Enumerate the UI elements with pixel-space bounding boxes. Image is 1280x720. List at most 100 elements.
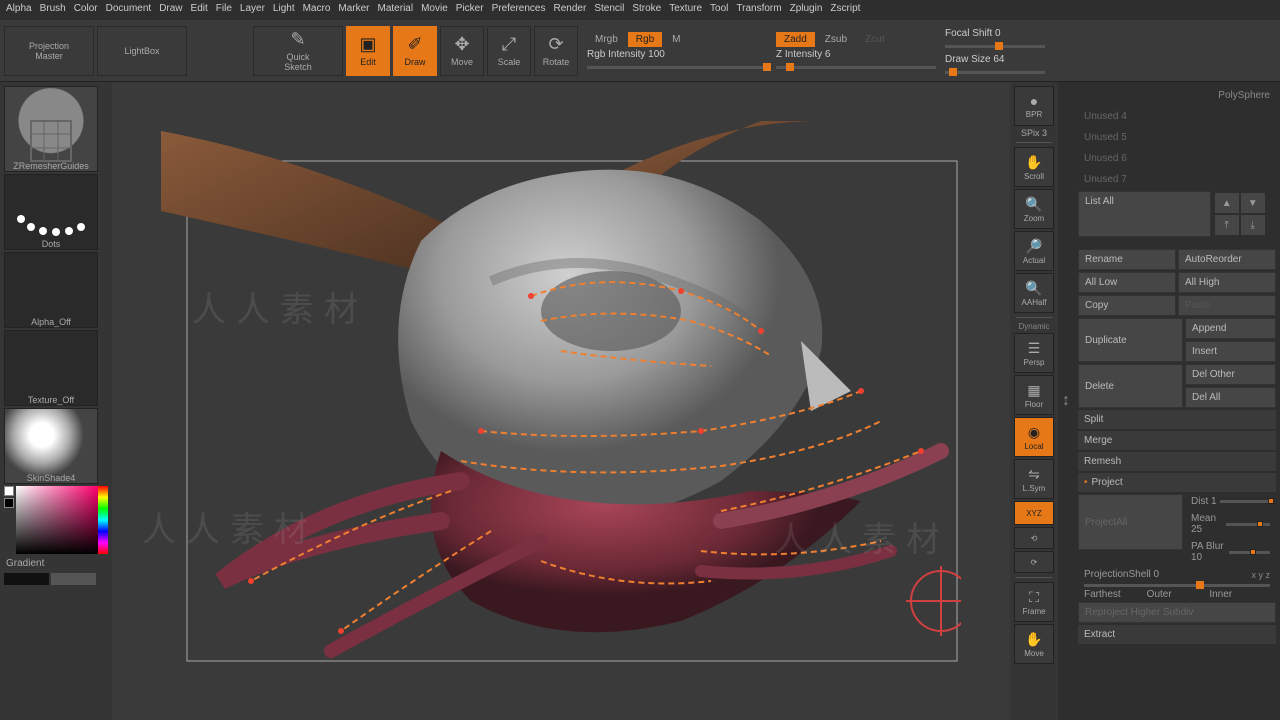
menu-item[interactable]: Light (273, 3, 295, 17)
gradient-label[interactable]: Gradient (4, 556, 108, 571)
focal-shift-slider[interactable] (945, 45, 1045, 48)
insert-button[interactable]: Insert (1185, 341, 1276, 362)
dist-slider[interactable]: Dist 1 (1185, 494, 1276, 509)
nav-move-button[interactable]: ✋Move (1014, 624, 1054, 664)
menu-item[interactable]: Brush (40, 3, 66, 17)
alpha-thumbnail[interactable]: Alpha_Off (4, 252, 98, 328)
hue-slider[interactable] (98, 486, 108, 554)
edit-button[interactable]: ▣Edit (346, 26, 390, 76)
actual-button[interactable]: 🔎Actual (1014, 231, 1054, 271)
material-thumbnail[interactable]: SkinShade4 (4, 408, 98, 484)
menu-item[interactable]: Macro (303, 3, 331, 17)
bpr-button[interactable]: ●BPR (1014, 86, 1054, 126)
menu-item[interactable]: Stencil (594, 3, 624, 17)
del-other-button[interactable]: Del Other (1185, 364, 1276, 385)
list-all-button[interactable]: List All (1078, 191, 1211, 237)
paste-button[interactable]: Paste (1178, 295, 1276, 316)
floor-button[interactable]: ▦Floor (1014, 375, 1054, 415)
brush-thumbnail[interactable]: ZRemesherGuides (4, 86, 98, 172)
stroke-thumbnail[interactable]: Dots (4, 174, 98, 250)
frame-button[interactable]: ⛶Frame (1014, 582, 1054, 622)
split-section[interactable]: Split (1078, 410, 1276, 429)
menu-item[interactable]: Tool (710, 3, 728, 17)
pablur-slider[interactable]: PA Blur 10 (1185, 539, 1276, 565)
move-down-button[interactable]: ▼ (1241, 193, 1265, 213)
zcut-tab[interactable]: Zcut (857, 32, 892, 47)
append-button[interactable]: Append (1185, 318, 1276, 339)
move-bottom-button[interactable]: ⤓ (1241, 215, 1265, 235)
rgb-tab[interactable]: Rgb (628, 32, 662, 47)
mean-slider[interactable]: Mean 25 (1185, 511, 1276, 537)
lightbox-button[interactable]: LightBox (97, 26, 187, 76)
zoom-button[interactable]: 🔍Zoom (1014, 189, 1054, 229)
menu-item[interactable]: Texture (669, 3, 702, 17)
move-top-button[interactable]: ⤒ (1215, 215, 1239, 235)
menu-item[interactable]: Movie (421, 3, 448, 17)
copy-button[interactable]: Copy (1078, 295, 1176, 316)
mrgb-tab[interactable]: Mrgb (587, 32, 626, 47)
rgb-intensity-slider[interactable] (587, 66, 767, 69)
all-high-button[interactable]: All High (1178, 272, 1276, 293)
scale-button[interactable]: ⤢Scale (487, 26, 531, 76)
z-intensity-slider[interactable] (776, 66, 936, 69)
m-tab[interactable]: M (664, 32, 688, 47)
draw-button[interactable]: ✐Draw (393, 26, 437, 76)
color-picker[interactable] (4, 486, 108, 554)
menu-item[interactable]: Draw (159, 3, 182, 17)
zadd-tab[interactable]: Zadd (776, 32, 815, 47)
resize-handle[interactable]: ↕ (1058, 82, 1074, 720)
menu-item[interactable]: Picker (456, 3, 484, 17)
rot-z-button[interactable]: ⟳ (1014, 551, 1054, 573)
lsym-button[interactable]: ⇋L.Sym (1014, 459, 1054, 499)
color-swatch-fg[interactable] (4, 486, 14, 496)
reproject-button[interactable]: Reproject Higher Subdiv (1078, 602, 1276, 623)
menu-item[interactable]: Material (378, 3, 414, 17)
remesh-section[interactable]: Remesh (1078, 452, 1276, 471)
outer-label[interactable]: Outer (1147, 589, 1208, 600)
menu-item[interactable]: Color (74, 3, 98, 17)
rot-y-button[interactable]: ⟲ (1014, 527, 1054, 549)
menu-item[interactable]: Zscript (830, 3, 860, 17)
menu-item[interactable]: Render (554, 3, 587, 17)
project-all-button[interactable]: ProjectAll (1078, 494, 1183, 550)
draw-size-slider[interactable] (945, 71, 1045, 74)
menu-item[interactable]: Edit (191, 3, 208, 17)
rotate-button[interactable]: ⟳Rotate (534, 26, 578, 76)
alt-color-button[interactable] (51, 573, 96, 585)
menu-item[interactable]: Layer (240, 3, 265, 17)
delete-button[interactable]: Delete (1078, 364, 1183, 408)
persp-button[interactable]: ☰Persp (1014, 333, 1054, 373)
inner-label[interactable]: Inner (1209, 589, 1270, 600)
zsub-tab[interactable]: Zsub (817, 32, 855, 47)
menu-item[interactable]: Document (106, 3, 152, 17)
del-all-button[interactable]: Del All (1185, 387, 1276, 408)
aahalf-button[interactable]: 🔍AAHalf (1014, 273, 1054, 313)
rename-button[interactable]: Rename (1078, 249, 1176, 270)
duplicate-button[interactable]: Duplicate (1078, 318, 1183, 362)
move-up-button[interactable]: ▲ (1215, 193, 1239, 213)
projection-master-button[interactable]: Projection Master (4, 26, 94, 76)
projection-shell-slider[interactable]: ProjectionShell 0 x y z (1078, 567, 1276, 582)
menu-item[interactable]: Preferences (492, 3, 546, 17)
menu-item[interactable]: File (216, 3, 232, 17)
menu-item[interactable]: Zplugin (790, 3, 823, 17)
menu-item[interactable]: Alpha (6, 3, 32, 17)
scroll-button[interactable]: ✋Scroll (1014, 147, 1054, 187)
menu-item[interactable]: Stroke (632, 3, 661, 17)
local-button[interactable]: ◉Local (1014, 417, 1054, 457)
quick-sketch-button[interactable]: ✎Quick Sketch (253, 26, 343, 76)
move-button[interactable]: ✥Move (440, 26, 484, 76)
menu-item[interactable]: Transform (736, 3, 781, 17)
color-swatch-bg[interactable] (4, 498, 14, 508)
xyz-button[interactable]: XYZ (1014, 501, 1054, 525)
extract-section[interactable]: Extract (1078, 625, 1276, 644)
merge-section[interactable]: Merge (1078, 431, 1276, 450)
project-section[interactable]: Project (1078, 473, 1276, 492)
menu-item[interactable]: Marker (338, 3, 369, 17)
farthest-label[interactable]: Farthest (1084, 589, 1145, 600)
spix-label[interactable]: SPix 3 (1021, 128, 1047, 138)
canvas-viewport[interactable]: 人人素材 人人素材 人人素材 (112, 82, 1010, 720)
all-low-button[interactable]: All Low (1078, 272, 1176, 293)
texture-thumbnail[interactable]: Texture_Off (4, 330, 98, 406)
autoreorder-button[interactable]: AutoReorder (1178, 249, 1276, 270)
